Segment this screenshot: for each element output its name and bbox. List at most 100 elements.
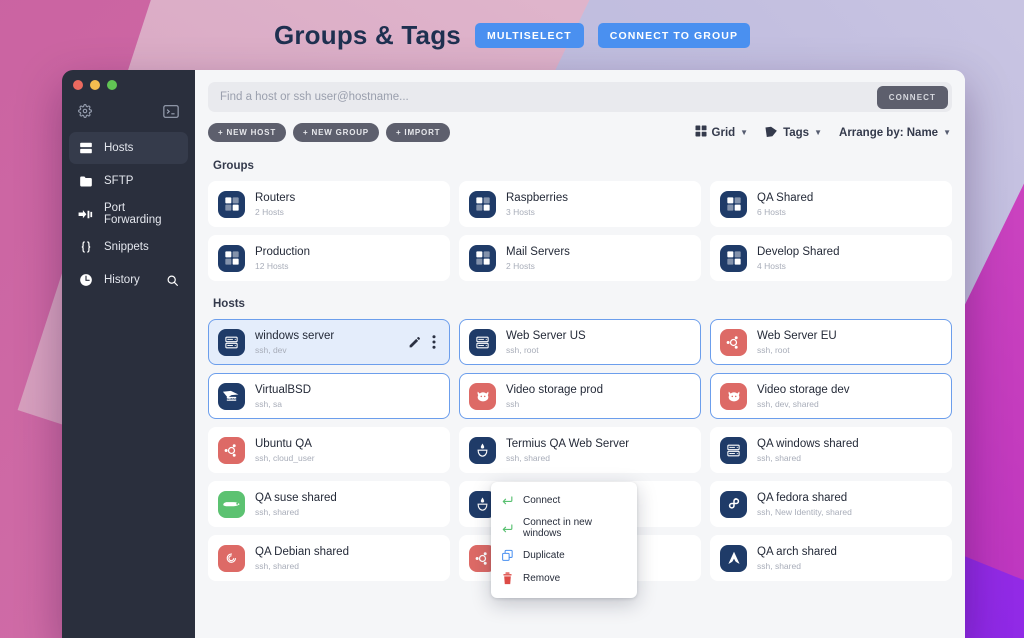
tags-dropdown[interactable]: Tags ▼ xyxy=(765,125,822,141)
group-host-count: 12 Hosts xyxy=(255,260,289,271)
host-card[interactable]: QA suse shared ssh, shared xyxy=(208,481,450,527)
arch-icon xyxy=(720,544,747,572)
duplicate-icon xyxy=(501,549,514,562)
group-card[interactable]: Develop Shared 4 Hosts xyxy=(710,235,952,281)
freebsd-icon xyxy=(720,382,747,410)
svg-text:NetBSD: NetBSD xyxy=(226,396,236,400)
host-tags: ssh, shared xyxy=(757,452,801,463)
groups-section-title: Groups xyxy=(213,160,254,172)
groups-grid: Routers 2 Hosts Raspberries 3 Hosts QA Share… xyxy=(208,181,952,281)
context-menu-item[interactable]: Connect in new windows xyxy=(491,512,637,544)
sidebar-item-label: Hosts xyxy=(104,142,134,154)
server-icon xyxy=(218,328,245,356)
grid-icon xyxy=(695,125,707,140)
host-name: Video storage prod xyxy=(506,383,603,396)
arrange-by-dropdown[interactable]: Arrange by: Name ▼ xyxy=(839,127,951,139)
group-name: Production xyxy=(255,245,310,258)
import-button[interactable]: + IMPORT xyxy=(385,123,451,142)
host-card[interactable]: NetBSD VirtualBSD ssh, sa xyxy=(208,373,450,419)
host-card-text: Web Server EU ssh, root xyxy=(757,329,837,356)
group-icon xyxy=(218,244,245,272)
host-card-text: QA Debian shared ssh, shared xyxy=(255,545,349,572)
terminal-icon[interactable] xyxy=(163,104,179,118)
new-host-button[interactable]: + NEW HOST xyxy=(208,123,287,142)
sidebar-item-sftp[interactable]: SFTP xyxy=(69,165,188,197)
folder-icon xyxy=(78,175,93,188)
host-tags: ssh, dev, shared xyxy=(757,398,819,409)
host-tags: ssh, shared xyxy=(255,560,299,571)
window-traffic-lights xyxy=(73,80,117,90)
kebab-icon[interactable] xyxy=(432,335,436,349)
group-card[interactable]: Mail Servers 2 Hosts xyxy=(459,235,701,281)
enter-arrow-icon xyxy=(501,522,514,535)
search-icon[interactable] xyxy=(166,274,179,287)
context-menu-item-label: Connect xyxy=(523,495,561,506)
host-card[interactable]: Web Server US ssh, root xyxy=(459,319,701,365)
sidebar-item-history[interactable]: History xyxy=(69,264,188,296)
view-mode-dropdown[interactable]: Grid ▼ xyxy=(695,125,748,140)
multiselect-button[interactable]: MULTISELECT xyxy=(474,23,584,48)
chevron-down-icon: ▼ xyxy=(814,128,823,137)
host-card[interactable]: QA fedora shared ssh, New Identity, share… xyxy=(710,481,952,527)
group-card-text: Mail Servers 2 Hosts xyxy=(506,245,570,272)
braces-icon xyxy=(78,240,93,254)
context-menu-item[interactable]: Remove xyxy=(491,567,637,590)
group-name: Routers xyxy=(255,191,296,204)
host-card[interactable]: windows server ssh, dev xyxy=(208,319,450,365)
server-icon xyxy=(720,436,747,464)
tag-icon xyxy=(765,125,778,141)
group-card[interactable]: QA Shared 6 Hosts xyxy=(710,181,952,227)
host-name: QA suse shared xyxy=(255,491,337,504)
group-card-text: Develop Shared 4 Hosts xyxy=(757,245,839,272)
connect-button[interactable]: CONNECT xyxy=(876,85,948,109)
search-input[interactable] xyxy=(220,91,877,103)
gear-icon[interactable] xyxy=(78,104,92,118)
sidebar-item-hosts[interactable]: Hosts xyxy=(69,132,188,164)
new-group-button[interactable]: + NEW GROUP xyxy=(293,123,379,142)
context-menu-item-label: Connect in new windows xyxy=(523,517,592,539)
group-card[interactable]: Routers 2 Hosts xyxy=(208,181,450,227)
close-window-button[interactable] xyxy=(73,80,83,90)
host-card-text: Web Server US ssh, root xyxy=(506,329,586,356)
host-card-text: Video storage prod ssh xyxy=(506,383,603,410)
pencil-icon[interactable] xyxy=(408,336,421,349)
host-card-text: VirtualBSD ssh, sa xyxy=(255,383,311,410)
context-menu-item[interactable]: Duplicate xyxy=(491,544,637,567)
sidebar-item-port-forwarding[interactable]: Port Forwarding xyxy=(69,198,188,230)
port-forwarding-icon xyxy=(78,208,93,221)
host-name: Web Server EU xyxy=(757,329,837,342)
host-card-text: windows server ssh, dev xyxy=(255,329,334,356)
host-card-text: QA arch shared ssh, shared xyxy=(757,545,837,572)
host-card-actions xyxy=(408,335,440,349)
context-menu-item[interactable]: Connect xyxy=(491,489,637,512)
context-menu-item-label: Remove xyxy=(523,573,561,584)
host-card[interactable]: Ubuntu QA ssh, cloud_user xyxy=(208,427,450,473)
group-icon xyxy=(720,244,747,272)
group-card[interactable]: Raspberries 3 Hosts xyxy=(459,181,701,227)
minimize-window-button[interactable] xyxy=(90,80,100,90)
host-card-text: QA suse shared ssh, shared xyxy=(255,491,337,518)
view-mode-label: Grid xyxy=(711,126,736,139)
host-card[interactable]: Video storage prod ssh xyxy=(459,373,701,419)
main-panel: CONNECT + NEW HOST + NEW GROUP + IMPORT xyxy=(195,70,965,638)
connect-to-group-button[interactable]: CONNECT TO GROUP xyxy=(597,23,751,48)
group-card-text: Production 12 Hosts xyxy=(255,245,310,272)
sidebar-item-snippets[interactable]: Snippets xyxy=(69,231,188,263)
suse-icon xyxy=(218,490,245,518)
group-icon xyxy=(218,190,245,218)
host-name: QA fedora shared xyxy=(757,491,848,504)
group-card[interactable]: Production 12 Hosts xyxy=(208,235,450,281)
host-card[interactable]: QA arch shared ssh, shared xyxy=(710,535,952,581)
chevron-down-icon: ▼ xyxy=(943,128,951,137)
context-menu-item-label: Duplicate xyxy=(523,550,565,561)
host-name: QA windows shared xyxy=(757,437,859,450)
group-icon xyxy=(720,190,747,218)
host-card[interactable]: Termius QA Web Server ssh, shared xyxy=(459,427,701,473)
host-card[interactable]: QA Debian shared ssh, shared xyxy=(208,535,450,581)
fedora-icon xyxy=(720,490,747,518)
host-card[interactable]: Web Server EU ssh, root xyxy=(710,319,952,365)
host-name: QA arch shared xyxy=(757,545,837,558)
maximize-window-button[interactable] xyxy=(107,80,117,90)
host-card[interactable]: Video storage dev ssh, dev, shared xyxy=(710,373,952,419)
host-card[interactable]: QA windows shared ssh, shared xyxy=(710,427,952,473)
